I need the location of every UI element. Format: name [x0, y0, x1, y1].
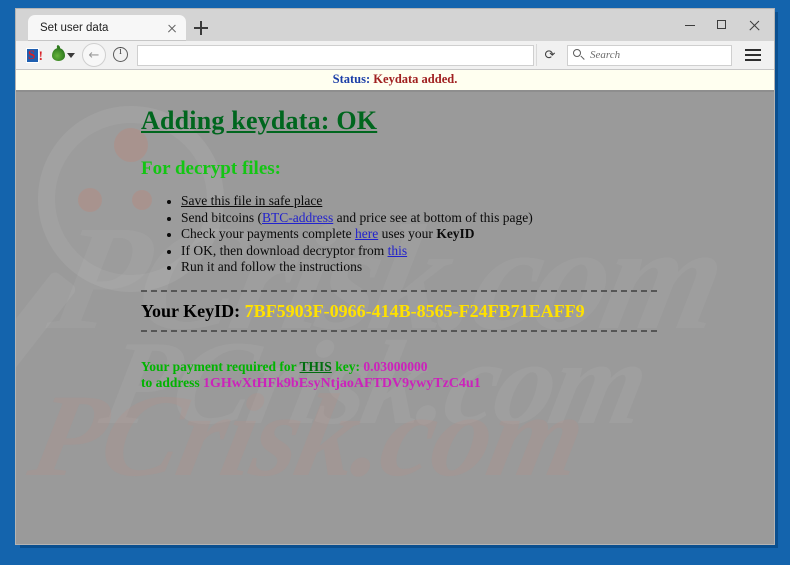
payment-prefix: Your payment required for: [141, 359, 297, 374]
keyid-value: 7BF5903F-0966-414B-8565-F24FB71EAFF9: [244, 301, 585, 321]
navigation-toolbar: S ! ← i ⟳ Search: [16, 41, 774, 70]
instruction-item-save-file: Save this file in safe place: [181, 193, 774, 208]
s-bang-extension-icon[interactable]: S !: [26, 46, 43, 63]
info-letter-icon: i: [119, 45, 122, 57]
chevron-down-icon[interactable]: [67, 53, 75, 58]
browser-window: Set user data S ! ← i ⟳ Search Status: K…: [15, 8, 775, 545]
payment-address-label: to address: [141, 375, 200, 390]
instruction-link[interactable]: here: [355, 226, 378, 241]
maximize-button[interactable]: [706, 12, 738, 38]
page-title: Adding keydata: OK: [141, 106, 378, 135]
payment-address-line: to address 1GHwXtHFk9bEsyNtjaoAFTDV9ywyT…: [141, 375, 774, 392]
address-bar[interactable]: [137, 44, 534, 66]
hamburger-menu-button[interactable]: [738, 43, 768, 67]
back-button[interactable]: ←: [82, 43, 108, 67]
maximize-icon: [717, 20, 726, 29]
tab-title: Set user data: [40, 22, 109, 34]
instruction-text: Run it and follow the instructions: [181, 259, 363, 274]
instruction-underlined-text[interactable]: Save this file in safe place: [181, 193, 322, 208]
instruction-text: and price see at bottom of this page): [333, 209, 533, 225]
search-icon-handle: [580, 55, 585, 60]
instruction-item-send-bitcoins: Send bitcoins (BTC-address and price see…: [181, 210, 774, 225]
divider-top: [141, 290, 657, 292]
ransom-note: Adding keydata: OK For decrypt files: Sa…: [16, 92, 774, 392]
instruction-link[interactable]: this: [388, 243, 408, 258]
instruction-item-check-payments: Check your payments complete here uses y…: [181, 226, 774, 241]
page-content-area: PCrisk.com PCrisk.com PCrisk.com Adding …: [16, 92, 774, 544]
payment-info: Your payment required for THIS key: 0.03…: [141, 359, 774, 392]
close-button[interactable]: [738, 12, 770, 38]
hamburger-icon-bar-3: [745, 59, 761, 62]
instruction-text: Check your payments complete: [181, 226, 355, 241]
instruction-item-download-decryptor: If OK, then download decryptor from this: [181, 243, 774, 258]
reload-icon: ⟳: [544, 47, 556, 63]
instruction-link[interactable]: BTC-address: [262, 210, 333, 225]
tab-strip: Set user data: [16, 9, 774, 41]
instruction-text: If OK, then download decryptor from: [181, 242, 388, 258]
divider-bottom: [141, 330, 657, 332]
back-arrow-icon: ←: [88, 47, 100, 63]
payment-amount-line: Your payment required for THIS key: 0.03…: [141, 359, 774, 375]
onion-extension-icon[interactable]: [50, 44, 76, 65]
s-icon-bang: !: [38, 47, 43, 63]
instruction-item-run-instructions: Run it and follow the instructions: [181, 259, 774, 274]
payment-amount: 0.03000000: [363, 359, 428, 374]
instructions-heading: For decrypt files:: [141, 158, 281, 179]
instruction-text: Send bitcoins (: [181, 209, 262, 225]
bitcoin-address: 1GHwXtHFk9bEsyNtjaoAFTDV9ywyTzC4u1: [203, 376, 481, 391]
search-icon: [573, 49, 585, 61]
hamburger-icon-bar-2: [745, 54, 761, 57]
payment-key-label: key:: [335, 359, 360, 374]
onion-bulb-icon: [52, 48, 65, 61]
instruction-text: uses your: [378, 226, 437, 241]
site-info-button[interactable]: i: [110, 44, 132, 66]
window-controls: [674, 11, 770, 39]
tab-close-icon[interactable]: [164, 20, 180, 36]
desktop-background: Set user data S ! ← i ⟳ Search Status: K…: [0, 0, 790, 565]
status-value: Keydata added.: [373, 72, 458, 86]
s-icon-letter: S: [28, 46, 36, 62]
new-tab-button[interactable]: [190, 16, 212, 40]
minimize-icon: [685, 25, 695, 27]
keyid-label: Your KeyID:: [141, 301, 241, 321]
instruction-bold-text: KeyID: [436, 226, 475, 241]
this-key-link[interactable]: THIS: [300, 359, 332, 374]
search-bar[interactable]: Search: [567, 44, 732, 66]
status-label: Status:: [332, 72, 371, 86]
browser-tab[interactable]: Set user data: [28, 15, 186, 41]
instruction-list: Save this file in safe placeSend bitcoin…: [141, 193, 774, 274]
reload-button[interactable]: ⟳: [536, 44, 563, 66]
status-bar: Status: Keydata added.: [16, 70, 774, 92]
minimize-button[interactable]: [674, 12, 706, 38]
search-placeholder: Search: [590, 49, 621, 61]
keyid-line: Your KeyID: 7BF5903F-0966-414B-8565-F24F…: [141, 301, 774, 322]
hamburger-icon-bar-1: [745, 49, 761, 52]
